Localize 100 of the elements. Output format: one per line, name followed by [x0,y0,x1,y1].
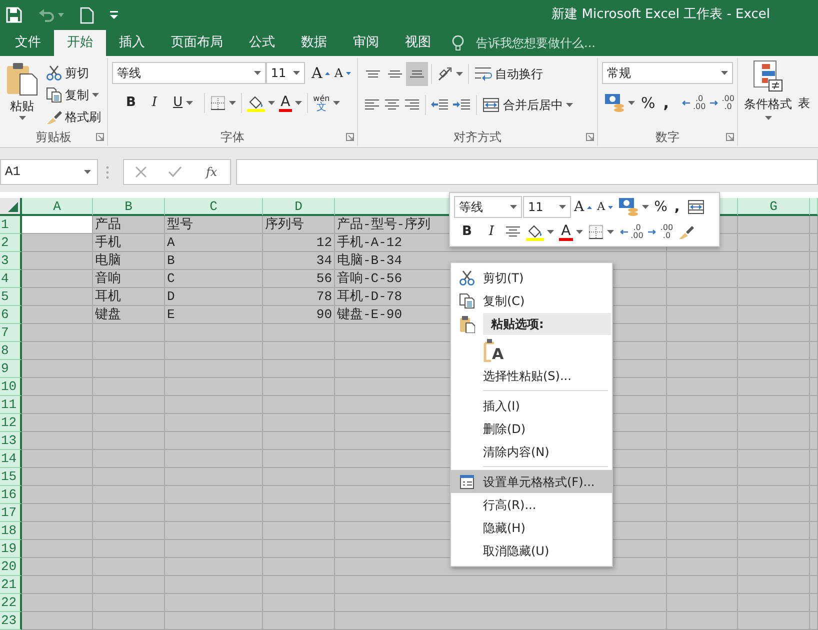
wrap-text-button[interactable]: 自动换行 [472,63,545,85]
ribbon-tab[interactable]: 数据 [288,30,340,56]
menu-item[interactable]: 隐藏(H) [451,516,612,539]
table-cell [667,342,738,360]
new-document-icon[interactable] [80,6,94,24]
row-header[interactable]: 18 [0,522,22,540]
font-name-dropdown[interactable]: 等线 [454,196,522,218]
row-header[interactable]: 22 [0,594,22,612]
column-header[interactable]: G [738,198,810,216]
menu-item[interactable]: 取消隐藏(U) [451,539,612,562]
percent-button[interactable]: % [652,196,670,218]
currency-button[interactable] [616,196,652,218]
row-header[interactable]: 16 [0,486,22,504]
row-header[interactable]: 2 [0,234,22,252]
cut-button[interactable]: 剪切 [44,62,103,84]
increase-decimal-button[interactable]: .0 .00 [678,92,708,114]
row-header[interactable]: 14 [0,450,22,468]
percent-button[interactable]: % [637,92,660,114]
ribbon-tab[interactable]: 视图 [392,30,444,56]
paste-button[interactable]: 粘贴 [4,62,40,124]
ribbon-tab[interactable]: 公式 [236,30,288,56]
dialog-launcher-icon[interactable] [726,133,734,141]
column-header[interactable]: C [165,198,263,216]
ribbon-tab[interactable]: 插入 [106,30,158,56]
row-header[interactable]: 21 [0,576,22,594]
ribbon-tab[interactable]: 页面布局 [158,30,236,56]
underline-button[interactable]: U [165,92,201,114]
table-cell [667,612,738,630]
grow-font-button[interactable]: A [309,62,332,84]
grow-font-button[interactable]: A [572,196,594,218]
table-cell: 音响 [93,270,165,288]
paste-option-button[interactable]: A [481,335,506,365]
row-header[interactable]: 19 [0,540,22,558]
ribbon-tab[interactable]: 开始 [54,30,106,56]
row-header[interactable]: 5 [0,288,22,306]
font-size-dropdown[interactable]: 11 [523,196,571,218]
row-header[interactable]: 4 [0,270,22,288]
column-header[interactable]: A [22,198,93,216]
row-header[interactable]: 9 [0,360,22,378]
up-triangle-icon [325,72,330,74]
currency-button[interactable] [602,92,637,114]
menu-item[interactable]: 删除(D) [451,417,612,440]
active-cell[interactable] [22,216,93,234]
column-header[interactable]: D [263,198,335,216]
name-box[interactable]: A1 [0,159,98,185]
column-header[interactable]: B [93,198,165,216]
bottom-align-button[interactable] [406,62,428,86]
table-cell [263,378,335,396]
menu-item[interactable]: 设置单元格格式(F)... [451,470,612,493]
row-header[interactable]: 10 [0,378,22,396]
menu-item[interactable]: 选择性粘贴(S)... [451,364,612,387]
shrink-font-button[interactable]: A [332,62,353,84]
copy-button[interactable]: 复制 [44,84,103,106]
menu-item[interactable]: 行高(R)... [451,493,612,516]
select-all-icon[interactable] [8,202,18,212]
merge-cells-icon [482,97,500,113]
format-as-table-button[interactable]: 表 [798,60,810,124]
align-lines-icon [410,70,424,78]
row-header[interactable]: 13 [0,432,22,450]
column-header[interactable] [810,198,818,216]
row-header[interactable]: 1 [0,216,22,234]
menu-item[interactable]: 清除内容(N) [451,440,612,463]
decrease-decimal-button[interactable]: .00 .0 [708,92,736,114]
italic-button[interactable]: I [144,92,166,114]
bold-button[interactable]: B [118,92,144,114]
conditional-formatting-button[interactable]: 条件格式 [744,60,792,124]
phonetic-button[interactable]: wén 文 [311,92,342,114]
ribbon-tab[interactable]: 审阅 [340,30,392,56]
check-icon[interactable] [168,166,182,178]
font-color-button[interactable]: A [276,92,304,114]
row-header[interactable]: 15 [0,468,22,486]
dialog-launcher-icon[interactable] [586,133,594,141]
formula-input[interactable] [236,159,818,185]
row-header[interactable]: 7 [0,324,22,342]
row-header[interactable]: 3 [0,252,22,270]
menu-item[interactable]: 插入(I) [451,394,612,417]
row-header[interactable]: 6 [0,306,22,324]
dialog-launcher-icon[interactable] [96,133,104,141]
merge-center-button[interactable]: 合并后居中 [480,94,575,116]
shrink-font-button[interactable]: A [595,196,616,218]
dialog-launcher-icon[interactable] [346,133,354,141]
ribbon-tab[interactable]: 文件 [2,30,54,56]
font-size-dropdown[interactable]: 11 [266,62,306,84]
format-painter-button[interactable]: 格式刷 [44,106,103,128]
comma-button[interactable]: , [659,92,673,114]
customize-icon[interactable] [110,10,118,20]
row-header[interactable]: 20 [0,558,22,576]
comma-button[interactable]: , [670,196,684,218]
insert-function-button[interactable]: fx [204,161,220,183]
font-color-button[interactable]: A [557,221,585,243]
number-format-dropdown[interactable]: 常规 [602,62,733,84]
row-header[interactable]: 12 [0,414,22,432]
row-header[interactable]: 23 [0,612,22,630]
table-cell [263,450,335,468]
row-header[interactable]: 11 [0,396,22,414]
tell-me-field[interactable]: 告诉我您想要做什么... [474,33,674,53]
font-name-dropdown[interactable]: 等线 [112,62,266,84]
row-header[interactable]: 17 [0,504,22,522]
row-header[interactable]: 8 [0,342,22,360]
save-icon[interactable] [6,7,22,23]
